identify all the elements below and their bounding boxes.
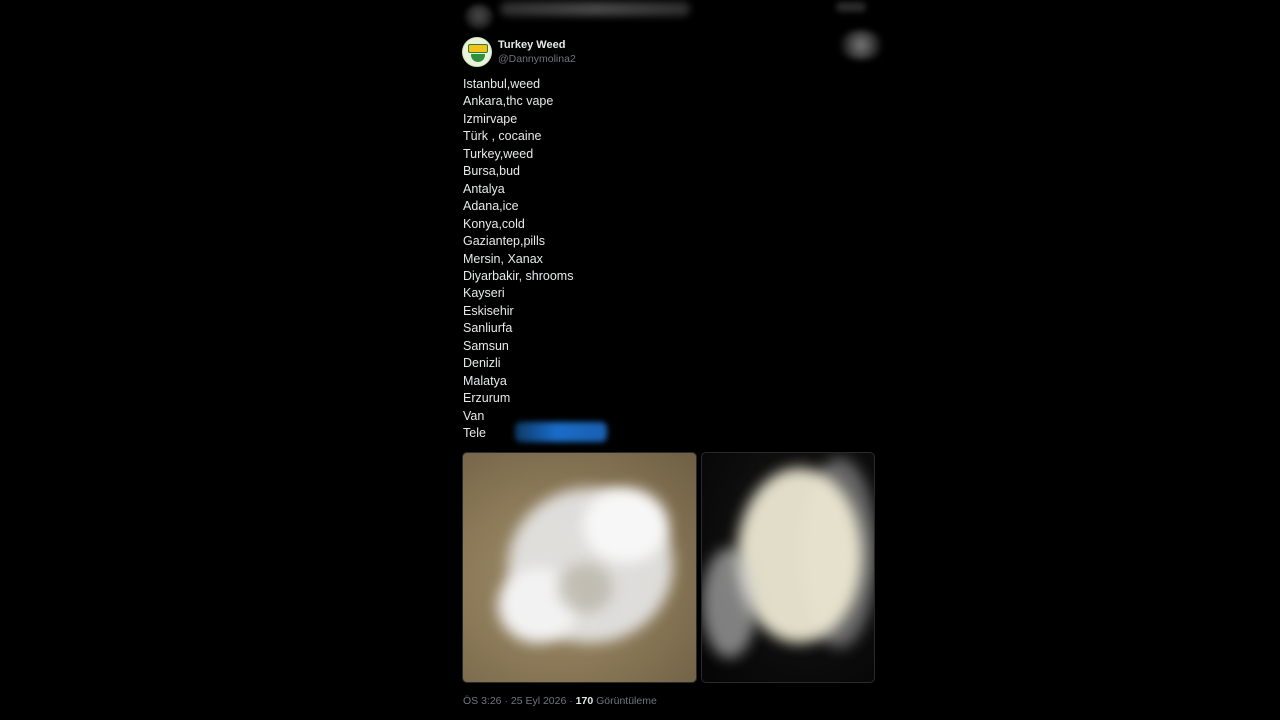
views-count: 170 <box>575 695 594 707</box>
tweet-line: Malatya <box>463 373 507 388</box>
tweet-line: Eskisehir <box>463 303 514 318</box>
avatar-badge-shape <box>468 44 488 53</box>
tweet-meta: ÖS 3:26 · 25 Eyl 2026 · 170 Görüntüleme <box>463 695 657 707</box>
blurred-more-icon[interactable] <box>838 30 884 60</box>
tweet-line: Gaziantep,pills <box>463 234 545 249</box>
views-label: Görüntüleme <box>593 695 657 707</box>
blurred-content <box>583 488 668 563</box>
user-handle[interactable]: @Dannymolina2 <box>498 52 576 66</box>
tweet-line: Diyarbakir, shrooms <box>463 268 574 283</box>
tweet-header: Turkey Weed @Dannymolina2 <box>462 36 576 68</box>
tweet-line: Adana,ice <box>463 199 519 214</box>
tweet-line: Ankara,thc vape <box>463 94 554 109</box>
tweet-line: Antalya <box>463 181 505 196</box>
tweet-line: Samsun <box>463 338 509 353</box>
blurred-telegram-link[interactable] <box>515 422 607 442</box>
tweet-line: Turkey,weed <box>463 146 534 161</box>
blurred-content <box>702 548 757 658</box>
timestamp[interactable]: ÖS 3:26 · 25 Eyl 2026 · <box>463 695 576 707</box>
avatar[interactable] <box>462 37 492 67</box>
avatar-leaf-shape <box>471 54 485 62</box>
tweet-line: Türk , cocaine <box>463 129 542 144</box>
blurred-avatar <box>464 4 494 30</box>
blurred-element <box>836 2 866 12</box>
tweet-line: Istanbul,weed <box>463 77 541 91</box>
blurred-content <box>558 563 613 613</box>
tweet-line: Izmirvape <box>463 111 518 126</box>
tweet-line: Mersin, Xanax <box>463 251 543 266</box>
blurred-username <box>500 2 690 16</box>
tweet-line: Kayseri <box>463 286 505 301</box>
display-name[interactable]: Turkey Weed <box>498 39 576 52</box>
tweet-text: Istanbul,weed Ankara,thc vape Izmirvape Tür… <box>463 76 843 443</box>
tweet-line: Sanliurfa <box>463 321 513 336</box>
author-names: Turkey Weed @Dannymolina2 <box>498 39 576 66</box>
tweet-line: Denizli <box>463 356 501 371</box>
tweet-line: Bursa,bud <box>463 164 520 179</box>
tweet-photo-2[interactable] <box>701 452 875 683</box>
tweet-photo-1[interactable] <box>462 452 697 683</box>
tweet-line: Erzurum <box>463 391 511 406</box>
tweet-line: Konya,cold <box>463 216 525 231</box>
